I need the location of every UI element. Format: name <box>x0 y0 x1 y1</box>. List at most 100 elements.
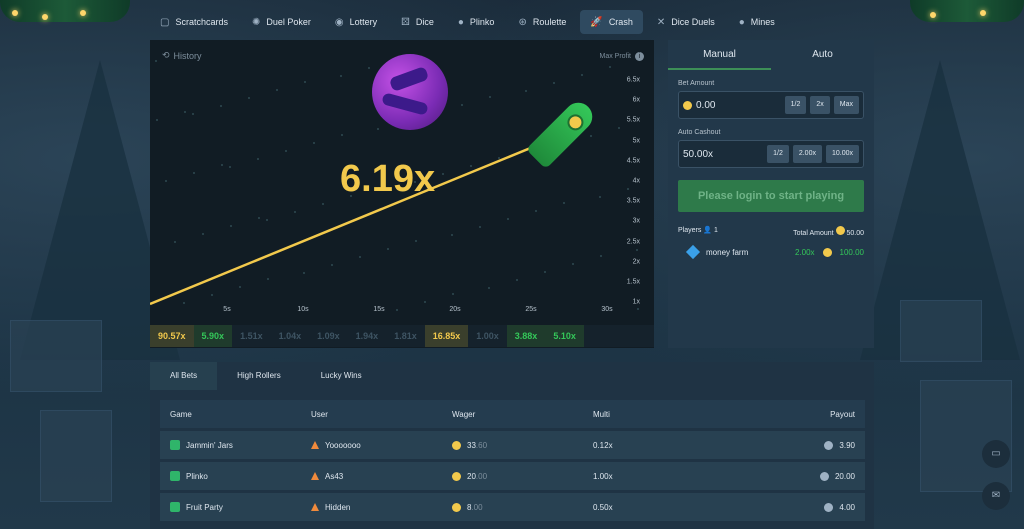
x-tick-label: 25s <box>525 306 537 313</box>
total-amount-value: 50.00 <box>846 230 864 237</box>
tab-auto[interactable]: Auto <box>771 40 874 70</box>
bet-amount-input[interactable]: 0.00 <box>696 100 781 111</box>
history-chip[interactable]: 5.10x <box>545 325 584 347</box>
rank-icon <box>311 441 319 449</box>
ticket-button[interactable]: ▭ <box>982 440 1010 468</box>
y-tick-label: 6x <box>632 96 640 104</box>
tab-high-rollers[interactable]: High Rollers <box>217 362 301 390</box>
nav-item-crash[interactable]: 🚀 Crash <box>580 10 643 34</box>
multi-cell: 0.50x <box>593 502 613 512</box>
garland-light <box>980 10 986 16</box>
garland-light <box>42 14 48 20</box>
history-chip[interactable]: 16.85x <box>424 325 469 347</box>
cashout-2x-button[interactable]: 2.00x <box>792 145 822 163</box>
garland-left <box>0 0 130 22</box>
coin-icon <box>822 247 832 257</box>
double-bet-button[interactable]: 2x <box>810 96 830 114</box>
game-icon <box>170 502 180 512</box>
lottery-icon: ◉ <box>334 16 344 28</box>
chat-icon: ✉ <box>991 490 1001 501</box>
tab-manual[interactable]: Manual <box>668 40 771 70</box>
table-row[interactable]: Plinko As43 20.00 1.00x 20.00 <box>160 462 865 490</box>
crash-game-area: ⟲ History Max Profit i 6.19x 6.5x 6x 5.5x 5… <box>150 40 654 348</box>
history-chip[interactable]: 1.00x <box>468 325 507 347</box>
nav-item-dice[interactable]: ⚄ Dice <box>391 10 444 34</box>
user-name: Yooooooo <box>325 440 361 450</box>
bet-amount-field[interactable]: 0.00 1/2 2x Max <box>678 91 864 119</box>
game-name[interactable]: Plinko <box>186 472 208 481</box>
y-tick-label: 2x <box>632 258 640 266</box>
chat-button[interactable]: ✉ <box>982 482 1010 510</box>
nav-item-label: Plinko <box>469 17 495 27</box>
x-tick-label: 10s <box>297 306 309 313</box>
x-tick-label: 15s <box>373 306 385 313</box>
nav-item-scratchcards[interactable]: ▢ Scratchcards <box>150 10 238 34</box>
bets-table: Game User Wager Multi Payout Jammin' Jar… <box>160 400 865 521</box>
history-chip[interactable]: 3.88x <box>506 325 546 347</box>
y-tick-label: 6.5x <box>626 76 640 84</box>
nav-item-duel-poker[interactable]: ✺ Duel Poker <box>242 10 321 34</box>
mine-icon: ● <box>738 16 745 28</box>
tab-all-bets[interactable]: All Bets <box>150 362 218 390</box>
auto-cashout-input[interactable]: 50.00x <box>683 149 763 160</box>
history-bar: 90.57x 5.90x 1.51x 1.04x 1.09x 1.94x 1.81x 16.8… <box>150 325 654 347</box>
coin-icon <box>452 440 461 450</box>
y-tick-label: 4.5x <box>626 157 640 165</box>
coin-icon <box>452 502 461 512</box>
nav-item-roulette[interactable]: ⊛ Roulette <box>508 10 576 34</box>
diamond-icon <box>685 244 701 260</box>
history-chip[interactable]: 1.09x <box>309 325 348 347</box>
nav-item-label: Lottery <box>349 17 378 27</box>
wager-dec: .00 <box>475 471 488 481</box>
coin-stack-icon <box>824 502 834 512</box>
game-name[interactable]: Fruit Party <box>186 503 223 512</box>
tab-lucky-wins[interactable]: Lucky Wins <box>301 362 382 390</box>
wager-cell: 33.60 <box>442 440 583 450</box>
nav-item-dice-duels[interactable]: ✕ Dice Duels <box>647 10 725 34</box>
y-tick-label: 1.5x <box>626 278 640 286</box>
bets-section: All Bets High Rollers Lucky Wins Game Us… <box>150 362 874 529</box>
y-tick-label: 2.5x <box>626 238 640 246</box>
max-bet-button[interactable]: Max <box>833 96 859 114</box>
gift-box-decor <box>10 320 102 392</box>
table-row[interactable]: Jammin' Jars Yooooooo 33.60 0.12x 3.90 <box>160 431 865 459</box>
user-cell: Hidden <box>301 503 442 512</box>
x-tick-label: 30s <box>601 306 613 313</box>
nav-item-label: Scratchcards <box>175 17 228 27</box>
col-wager: Wager <box>452 409 476 419</box>
nav-item-mines[interactable]: ● Mines <box>729 10 785 34</box>
history-chip[interactable]: 1.51x <box>232 325 271 347</box>
x-tick-label: 5s <box>223 306 231 313</box>
auto-cashout-label: Auto Cashout <box>678 129 721 136</box>
col-game: Game <box>170 409 192 419</box>
bets-tabs: All Bets High Rollers Lucky Wins <box>150 362 874 390</box>
payout-value: 20.00 <box>834 471 855 481</box>
garland-right <box>910 0 1024 22</box>
history-chip[interactable]: 1.94x <box>348 325 387 347</box>
gift-box-decor <box>900 300 982 362</box>
history-chip[interactable]: 5.90x <box>193 325 233 347</box>
cashout-10x-button[interactable]: 10.00x <box>825 145 859 163</box>
rocket-icon: 🚀 <box>590 16 603 28</box>
coin-stack-icon <box>819 471 829 481</box>
nav-item-lottery[interactable]: ◉ Lottery <box>325 10 387 34</box>
table-row[interactable]: Fruit Party Hidden 8.00 0.50x 4.00 <box>160 493 865 521</box>
y-tick-label: 3x <box>632 217 640 225</box>
nav-item-plinko[interactable]: ● Plinko <box>448 10 505 34</box>
game-name[interactable]: Jammin' Jars <box>186 441 233 450</box>
history-chip[interactable]: 90.57x <box>150 325 194 347</box>
auto-cashout-field[interactable]: 50.00x 1/2 2.00x 10.00x <box>678 140 864 168</box>
swords-icon: ✕ <box>656 16 666 28</box>
col-multi: Multi <box>593 409 610 419</box>
game-icon <box>170 471 180 481</box>
multi-cell: 1.00x <box>593 471 613 481</box>
history-chip[interactable]: 1.81x <box>386 325 425 347</box>
user-icon: 👤 <box>703 227 713 234</box>
gift-box-decor <box>920 380 1012 492</box>
player-cashout: 2.00x <box>794 247 815 257</box>
payout-cell: 20.00 <box>724 471 865 481</box>
history-chip[interactable]: 1.04x <box>271 325 310 347</box>
half-bet-button[interactable]: 1/2 <box>784 96 807 114</box>
half-cashout-button[interactable]: 1/2 <box>767 145 789 163</box>
login-button[interactable]: Please login to start playing <box>678 180 864 212</box>
